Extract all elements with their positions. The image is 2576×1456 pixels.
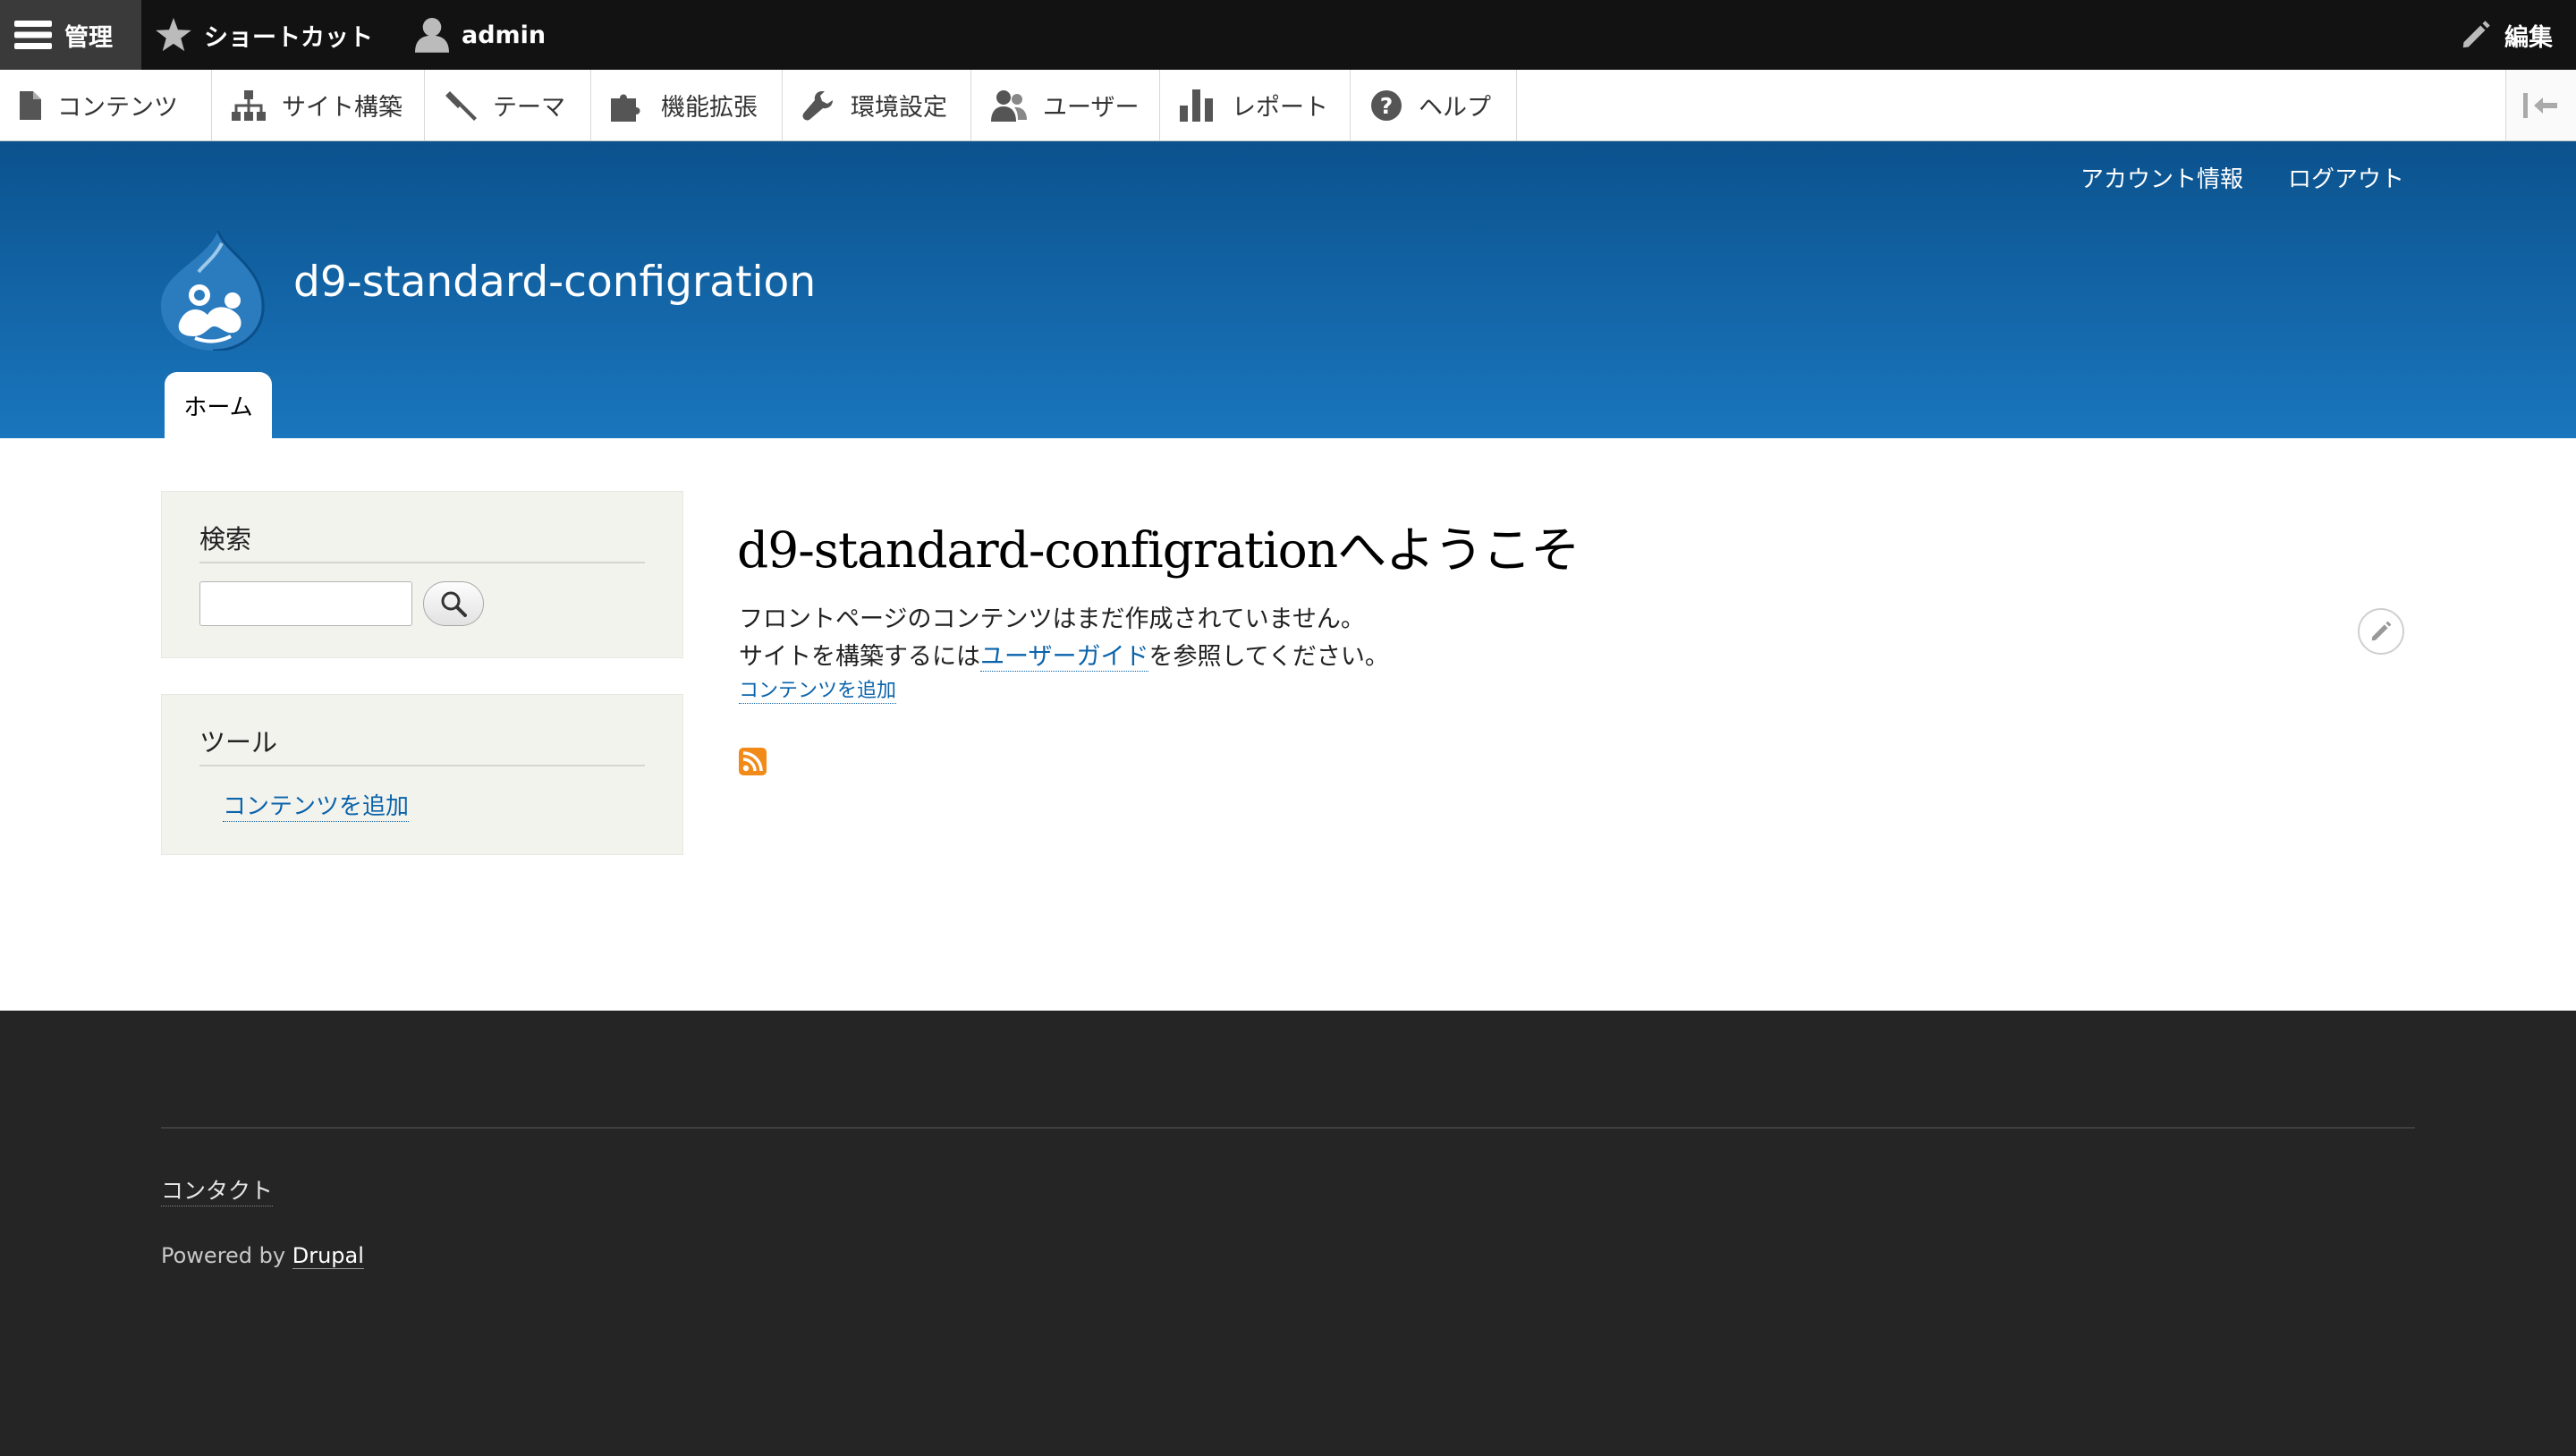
drupal-logo[interactable] [159, 231, 265, 351]
intro-text: サイトを構築するには [739, 643, 980, 671]
site-name[interactable]: d9-standard-configration [293, 258, 816, 307]
wrench-icon [802, 90, 833, 120]
site-footer: コンタクト Powered by Drupal [0, 1011, 2576, 1456]
user-guide-link[interactable]: ユーザーガイド [980, 643, 1149, 672]
question-icon: ? [1371, 89, 1402, 121]
rss-feed-icon[interactable] [739, 748, 767, 775]
powered-by-text: Powered by Drupal [161, 1243, 364, 1269]
tray-label: 機能拡張 [661, 94, 758, 122]
admin-tray: コンテンツ サイト構築 テーマ 機能拡張 環境設定 ユーザー レポート ? ヘル… [0, 70, 2576, 141]
divider [199, 765, 645, 766]
search-input[interactable] [199, 581, 412, 626]
logout-link[interactable]: ログアウト [2288, 161, 2404, 194]
footer-divider [161, 1127, 2415, 1129]
search-block-title: 検索 [199, 524, 252, 554]
user-menu-button[interactable]: admin [415, 0, 546, 70]
pencil-icon [2371, 621, 2392, 641]
star-icon [156, 18, 191, 52]
page-title: d9-standard-configrationへようこそ [737, 521, 1580, 579]
tools-block: ツール コンテンツを追加 [161, 694, 683, 855]
tray-item-people[interactable]: ユーザー [971, 70, 1160, 140]
tray-label: コンテンツ [57, 94, 178, 122]
tray-item-appearance[interactable]: テーマ [425, 70, 591, 140]
edit-mode-button[interactable]: 編集 [2460, 0, 2553, 70]
contact-link[interactable]: コンタクト [161, 1173, 274, 1206]
puzzle-icon [611, 94, 640, 122]
tray-item-config[interactable]: 環境設定 [783, 70, 971, 140]
intro-text-line-1: フロントページのコンテンツはまだ作成されていません。 [739, 605, 1365, 633]
contextual-edit-button[interactable] [2358, 608, 2404, 655]
tray-label: サイト構築 [282, 94, 402, 122]
add-content-link[interactable]: コンテンツを追加 [739, 674, 897, 704]
tray-item-help[interactable]: ? ヘルプ [1351, 70, 1517, 140]
tab-home[interactable]: ホーム [165, 372, 272, 438]
svg-text:?: ? [1380, 93, 1394, 119]
powered-by-prefix: Powered by [161, 1243, 292, 1268]
tray-orientation-toggle[interactable] [2505, 70, 2576, 140]
tray-item-reports[interactable]: レポート [1160, 70, 1351, 140]
bar-chart-icon [1180, 89, 1213, 122]
tray-label: 環境設定 [851, 94, 947, 122]
tray-label: ユーザー [1043, 94, 1140, 122]
manage-button[interactable]: 管理 [0, 0, 141, 70]
document-icon [20, 90, 41, 120]
shortcuts-button[interactable]: ショートカット [156, 0, 373, 70]
search-button[interactable] [423, 581, 484, 626]
user-icon [415, 18, 449, 53]
people-icon [991, 89, 1027, 122]
site-header: アカウント情報 ログアウト d9-standard-configration ホ… [0, 141, 2576, 438]
tray-label: テーマ [493, 94, 565, 122]
search-block: 検索 [161, 491, 683, 658]
secondary-nav: アカウント情報 ログアウト [2080, 161, 2404, 194]
pencil-icon [2462, 21, 2490, 48]
hamburger-icon [14, 21, 52, 49]
sitemap-icon [232, 89, 266, 121]
tray-item-extend[interactable]: 機能拡張 [591, 70, 783, 140]
shortcuts-label: ショートカット [204, 23, 373, 52]
intro-text: を参照してください。 [1148, 643, 1389, 671]
manage-label: 管理 [64, 23, 113, 52]
tray-item-content[interactable]: コンテンツ [0, 70, 212, 140]
tray-label: ヘルプ [1419, 94, 1491, 122]
divider [199, 562, 645, 563]
account-link[interactable]: アカウント情報 [2080, 161, 2243, 194]
paint-icon [445, 90, 477, 121]
tray-label: レポート [1232, 94, 1328, 122]
drupal-link[interactable]: Drupal [292, 1243, 364, 1269]
edit-label: 編集 [2504, 23, 2553, 52]
tools-block-title: ツール [199, 727, 278, 758]
intro-text-line-2: サイトを構築するにはユーザーガイドを参照してください。 [739, 637, 1389, 672]
admin-toolbar: 管理 ショートカット admin 編集 [0, 0, 2576, 70]
tools-add-content-link[interactable]: コンテンツを追加 [223, 788, 410, 822]
tray-item-structure[interactable]: サイト構築 [212, 70, 425, 140]
collapse-arrow-icon [2523, 92, 2557, 118]
user-label: admin [462, 21, 547, 49]
magnifier-icon [441, 591, 467, 617]
